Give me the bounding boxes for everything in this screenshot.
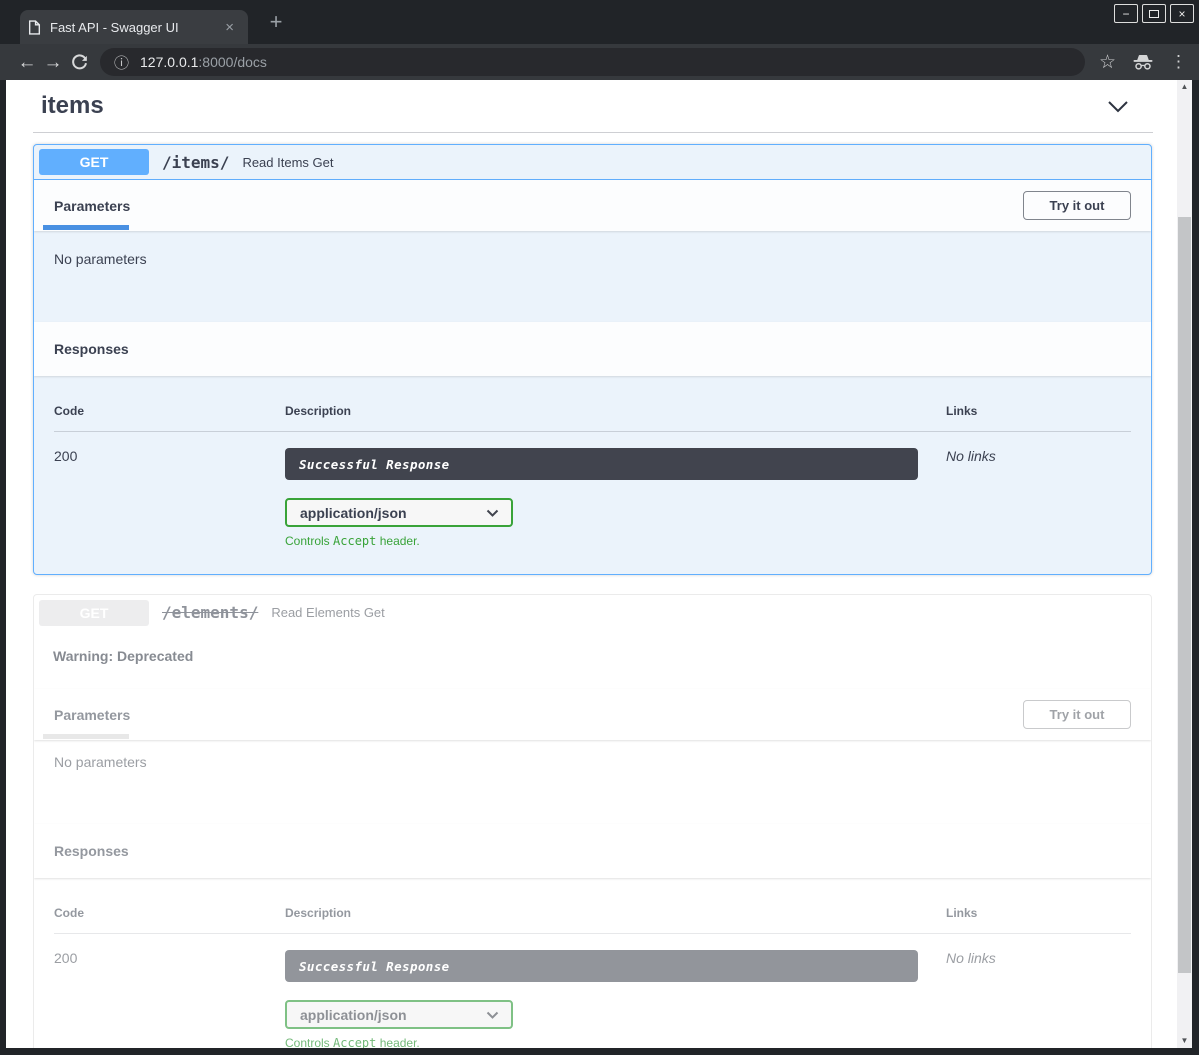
opblock-get-elements-deprecated: GET /elements/ Read Elements Get Warning… [33,594,1152,1048]
accept-note-suffix: header. [376,534,419,548]
method-badge: GET [39,600,149,626]
operation-path: /items/ [162,153,229,172]
responses-title: Responses [54,843,129,859]
response-description: Successful Response [285,950,918,982]
col-links: Links [946,906,1131,933]
response-code: 200 [54,934,285,1048]
no-parameters-text: No parameters [34,231,1151,322]
site-info-icon[interactable]: ⓘ [114,52,129,73]
response-description: Successful Response [285,448,918,480]
tag-section-items[interactable]: items [33,86,1153,133]
parameters-tab[interactable]: Parameters [54,198,130,214]
response-code: 200 [54,432,285,548]
maximize-button[interactable] [1142,4,1166,23]
media-type-value: application/json [300,1007,407,1023]
chevron-down-icon [1107,100,1129,113]
accept-note-suffix: header. [376,1036,419,1048]
url-host: 127.0.0.1 [140,54,198,70]
select-chevron-icon [486,509,499,517]
select-chevron-icon [486,1011,499,1019]
browser-window: Fast API - Swagger UI × + − × ← → ⓘ 127.… [0,0,1199,1055]
swagger-ui: items GET /items/ Read Items Get Paramet… [6,80,1177,1048]
responses-table: Code Description Links 200 Successful Re… [34,878,1151,1048]
deprecated-warning: Warning: Deprecated [34,630,1151,689]
operation-summary-text: Read Elements Get [271,605,384,620]
no-parameters-text: No parameters [34,740,1151,824]
menu-icon[interactable]: ⋮ [1170,52,1187,72]
accept-note-prefix: Controls [285,1036,333,1048]
scroll-down-icon[interactable]: ▼ [1177,1034,1192,1048]
operation-summary[interactable]: GET /elements/ Read Elements Get [34,595,1151,630]
col-description: Description [285,906,946,933]
page-content: items GET /items/ Read Items Get Paramet… [6,80,1192,1048]
url-path: :8000/docs [198,54,267,70]
accept-header-note: Controls Accept header. [285,534,946,548]
back-icon[interactable]: ← [14,53,40,72]
response-description-cell: Successful Response application/json Con… [285,432,946,548]
scroll-up-icon[interactable]: ▲ [1177,80,1192,94]
media-type-select[interactable]: application/json [285,1000,513,1029]
col-links: Links [946,404,1131,431]
accept-note-code: Accept [333,534,376,548]
accept-note-code: Accept [333,1036,376,1048]
response-row: 200 Successful Response application/json… [54,934,1131,1048]
method-badge: GET [39,149,149,175]
response-description-cell: Successful Response application/json Con… [285,934,946,1048]
reload-icon[interactable] [66,54,92,71]
parameters-tab[interactable]: Parameters [54,707,130,723]
parameters-header: Parameters Try it out [34,689,1151,740]
col-code: Code [54,906,285,933]
try-it-out-button[interactable]: Try it out [1023,191,1131,220]
opblock-get-items: GET /items/ Read Items Get Parameters Tr… [33,144,1152,575]
responses-table-head: Code Description Links [54,404,1131,432]
browser-tab[interactable]: Fast API - Swagger UI × [20,10,248,44]
media-type-value: application/json [300,505,407,521]
operation-summary-text: Read Items Get [242,155,333,170]
close-window-button[interactable]: × [1170,4,1194,23]
address-bar[interactable]: ⓘ 127.0.0.1 :8000/docs [100,48,1085,76]
tab-title: Fast API - Swagger UI [50,20,219,35]
response-links: No links [946,432,1131,548]
scrollbar[interactable]: ▲ ▼ [1177,80,1192,1048]
browser-toolbar: ← → ⓘ 127.0.0.1 :8000/docs ☆ ⋮ [0,44,1199,80]
incognito-icon [1132,54,1154,71]
scrollbar-thumb[interactable] [1178,217,1191,973]
tag-title: items [41,92,104,120]
new-tab-button[interactable]: + [262,8,290,36]
responses-title: Responses [54,341,129,357]
forward-icon[interactable]: → [40,53,66,72]
media-type-select[interactable]: application/json [285,498,513,527]
responses-table: Code Description Links 200 Successful Re… [34,376,1151,574]
close-tab-icon[interactable]: × [219,19,240,36]
accept-header-note: Controls Accept header. [285,1036,946,1048]
bookmark-star-icon[interactable]: ☆ [1099,51,1116,74]
titlebar: Fast API - Swagger UI × + − × [0,0,1199,44]
col-code: Code [54,404,285,431]
response-links: No links [946,934,1131,1048]
active-tab-underline [43,225,129,230]
try-it-out-button[interactable]: Try it out [1023,700,1131,729]
maximize-icon [1149,10,1159,18]
minimize-button[interactable]: − [1114,4,1138,23]
window-controls: − × [1114,4,1194,23]
operation-path: /elements/ [162,603,258,622]
operation-summary[interactable]: GET /items/ Read Items Get [34,145,1151,180]
responses-header: Responses [34,824,1151,878]
responses-header: Responses [34,322,1151,376]
page-icon [28,20,41,35]
accept-note-prefix: Controls [285,534,333,548]
response-row: 200 Successful Response application/json… [54,432,1131,548]
parameters-header: Parameters Try it out [34,180,1151,231]
col-description: Description [285,404,946,431]
active-tab-underline [43,734,129,739]
responses-table-head: Code Description Links [54,906,1131,934]
